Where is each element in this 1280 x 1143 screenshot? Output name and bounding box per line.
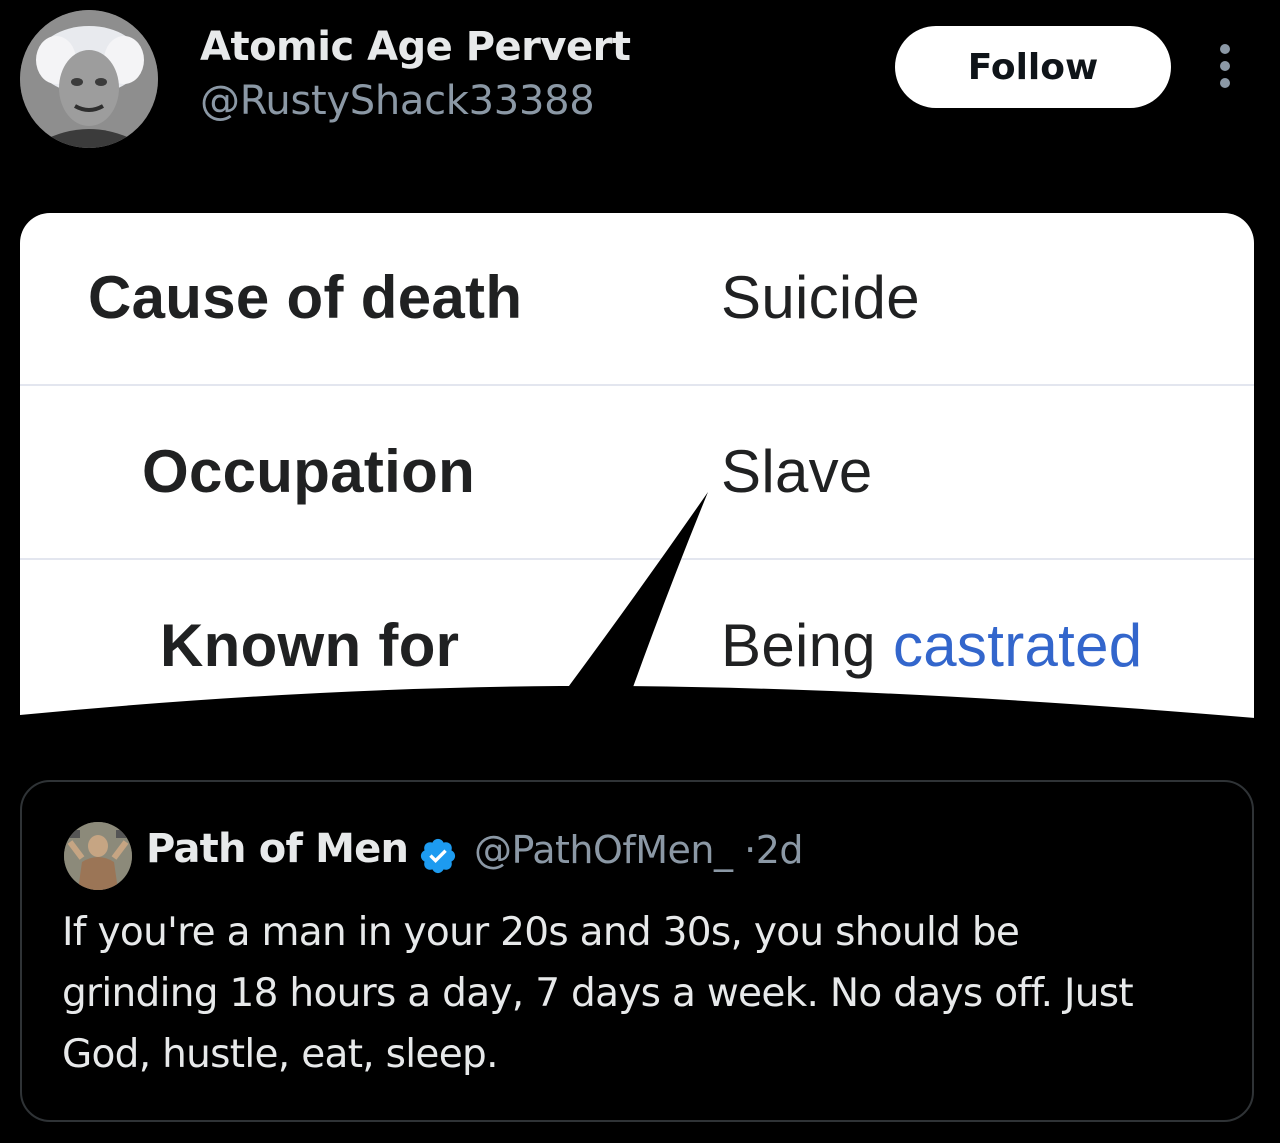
attached-image-infobox[interactable]: Cause of death Suicide Occupation Slave …: [20, 213, 1254, 720]
more-dot: [1220, 61, 1230, 71]
author-avatar[interactable]: [20, 10, 158, 148]
text-line: grinding 18 hours a day, 7 days a week. …: [62, 971, 1134, 1016]
text-line: If you're a man in your 20s and 30s, you…: [62, 910, 1020, 955]
quoted-tweet-text: If you're a man in your 20s and 30s, you…: [62, 902, 1232, 1085]
text-line: God, hustle, eat, sleep.: [62, 1032, 498, 1077]
infobox-divider: [20, 384, 1254, 386]
infobox-value-text: Being: [721, 612, 876, 679]
follow-button[interactable]: Follow: [895, 26, 1171, 108]
more-dot: [1220, 78, 1230, 88]
quoted-tweet-timestamp[interactable]: 2d: [756, 828, 804, 872]
quoted-author-handle[interactable]: @PathOfMen_: [474, 828, 733, 872]
separator-dot: ·: [744, 828, 756, 872]
avatar-image: [20, 10, 158, 148]
verified-badge-icon: [420, 838, 456, 874]
quoted-author-display-name[interactable]: Path of Men: [146, 826, 409, 872]
quoted-author-avatar[interactable]: [64, 822, 132, 890]
infobox-value-link: Suicide: [721, 264, 920, 331]
infobox-divider: [20, 558, 1254, 560]
more-options-icon[interactable]: [1208, 38, 1242, 94]
author-display-name[interactable]: Atomic Age Pervert: [200, 24, 631, 70]
avatar-image: [64, 822, 132, 890]
quoted-author-handle-and-time[interactable]: @PathOfMen_ ·2d: [474, 828, 804, 872]
author-handle[interactable]: @RustyShack33388: [200, 78, 595, 124]
infobox-value: Slave: [721, 438, 873, 505]
infobox-label: Cause of death: [88, 264, 523, 331]
infobox-value: Being castrated: [721, 611, 1142, 680]
more-dot: [1220, 44, 1230, 54]
infobox-value-link: castrated: [892, 612, 1143, 679]
infobox-label: Known for: [160, 612, 460, 679]
quoted-tweet-card[interactable]: Path of Men @PathOfMen_ ·2d If you're a …: [20, 780, 1254, 1122]
infobox-label: Occupation: [142, 438, 476, 505]
